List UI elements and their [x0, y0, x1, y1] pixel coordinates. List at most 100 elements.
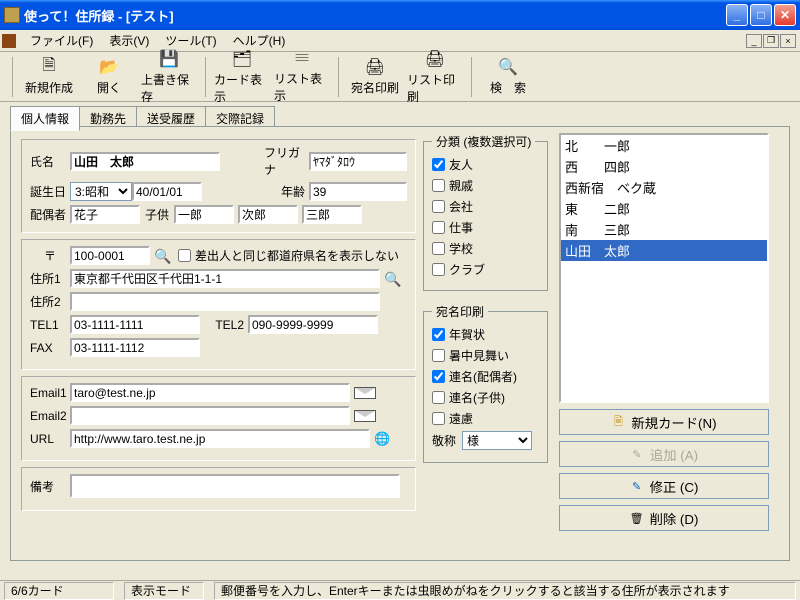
list-item[interactable]: 山田 太郎 [561, 240, 767, 261]
url-field[interactable] [70, 429, 370, 448]
doc-icon [2, 34, 16, 48]
furigana-field[interactable] [309, 152, 407, 171]
globe-icon[interactable]: 🌐 [374, 431, 390, 447]
cat-relative-checkbox[interactable] [432, 179, 445, 192]
cat-friend-checkbox[interactable] [432, 158, 445, 171]
print-nenga-checkbox[interactable] [432, 328, 445, 341]
tb-list-button[interactable]: 𝄘リスト表示 [274, 55, 330, 99]
spouse-field[interactable] [70, 205, 140, 224]
status-count: 6/6カード [4, 582, 114, 600]
tb-new-button[interactable]: 🗎新規作成 [21, 55, 77, 99]
menu-file[interactable]: ファイル(F) [22, 29, 101, 52]
mdi-restore-button[interactable]: ❐ [763, 34, 779, 48]
tb-open-button[interactable]: 📂開く [81, 55, 137, 99]
name-label: 氏名 [30, 153, 70, 170]
honorific-select[interactable]: 様 [462, 431, 532, 450]
age-label: 年齢 [264, 183, 309, 200]
tel2-field[interactable] [248, 315, 378, 334]
new-card-button[interactable]: 🗎新規カード(N) [559, 409, 769, 435]
zip-search-icon[interactable]: 🔍 [154, 248, 170, 264]
mdi-controls: _ ❐ × [746, 34, 796, 48]
print-nenga-label: 年賀状 [449, 326, 485, 343]
app-icon [4, 7, 20, 23]
name-field[interactable] [70, 152, 220, 171]
menu-view[interactable]: 表示(V) [101, 29, 157, 52]
address-group: 〒 🔍 差出人と同じ都道府県名を表示しない 住所1 🔍 住所2 TEL1 [21, 239, 416, 370]
tab-panel-personal: 氏名 フリガナ 誕生日 3:昭和 年齢 配偶者 子供 [10, 126, 790, 561]
cat-work-checkbox[interactable] [432, 221, 445, 234]
new-card-label: 新規カード(N) [631, 413, 716, 432]
edit-button[interactable]: ✎修正 (C) [559, 473, 769, 499]
email1-field[interactable] [70, 383, 350, 402]
tb-addrprint-button[interactable]: 🖨宛名印刷 [347, 55, 403, 99]
minimize-button[interactable]: _ [726, 4, 748, 26]
mdi-minimize-button[interactable]: _ [746, 34, 762, 48]
tb-search-label: 検 索 [490, 79, 526, 96]
child1-field[interactable] [174, 205, 234, 224]
hide-pref-checkbox[interactable] [178, 249, 191, 262]
contact-listbox[interactable]: 北 一郎西 四郎西新宿 ベク蔵東 二郎南 三郎山田 太郎 [559, 133, 769, 403]
add-button: ✎追加 (A) [559, 441, 769, 467]
close-button[interactable]: ✕ [774, 4, 796, 26]
list-item[interactable]: 西 四郎 [561, 156, 767, 177]
memo-field[interactable] [70, 474, 400, 498]
toolbar: 🗎新規作成 📂開く 💾上書き保存 🗂カード表示 𝄘リスト表示 🖨宛名印刷 🖨リス… [0, 52, 800, 102]
tb-listprint-button[interactable]: 🖨リスト印刷 [407, 55, 463, 99]
child2-field[interactable] [238, 205, 298, 224]
category-legend: 分類 (複数選択可) [432, 133, 535, 150]
email2-field[interactable] [70, 406, 350, 425]
tel1-label: TEL1 [30, 318, 70, 332]
cat-club-checkbox[interactable] [432, 263, 445, 276]
search-icon: 🔍 [498, 57, 518, 77]
listprint-icon: 🖨 [425, 49, 445, 69]
email1-label: Email1 [30, 386, 70, 400]
cat-friend-label: 友人 [449, 156, 473, 173]
print-child-label: 連名(子供) [449, 389, 505, 406]
cat-school-checkbox[interactable] [432, 242, 445, 255]
client-area: 個人情報 勤務先 送受履歴 交際記録 氏名 フリガナ 誕生日 3:昭和 [0, 102, 800, 571]
birthdate-field[interactable] [132, 182, 202, 201]
cat-work-label: 仕事 [449, 219, 473, 236]
tab-personal[interactable]: 個人情報 [10, 106, 80, 131]
mdi-close-button[interactable]: × [780, 34, 796, 48]
memo-group: 備考 [21, 467, 416, 511]
child3-field[interactable] [302, 205, 362, 224]
right-panel: 北 一郎西 四郎西新宿 ベク蔵東 二郎南 三郎山田 太郎 🗎新規カード(N) ✎… [559, 133, 769, 552]
print-spouse-checkbox[interactable] [432, 370, 445, 383]
zip-field[interactable] [70, 246, 150, 265]
list-item[interactable]: 西新宿 ベク蔵 [561, 177, 767, 198]
tel1-field[interactable] [70, 315, 200, 334]
era-select[interactable]: 3:昭和 [70, 182, 132, 201]
list-item[interactable]: 東 二郎 [561, 198, 767, 219]
tb-addrprint-label: 宛名印刷 [351, 79, 399, 96]
print-child-checkbox[interactable] [432, 391, 445, 404]
cat-company-checkbox[interactable] [432, 200, 445, 213]
addr1-field[interactable] [70, 269, 380, 288]
print-legend: 宛名印刷 [432, 303, 488, 320]
tb-save-button[interactable]: 💾上書き保存 [141, 55, 197, 99]
addr-search-icon[interactable]: 🔍 [384, 271, 400, 287]
print-summer-checkbox[interactable] [432, 349, 445, 362]
age-field[interactable] [309, 182, 407, 201]
open-icon: 📂 [99, 57, 119, 77]
list-item[interactable]: 南 三郎 [561, 219, 767, 240]
tb-card-button[interactable]: 🗂カード表示 [214, 55, 270, 99]
maximize-button[interactable]: □ [750, 4, 772, 26]
email1-send-icon[interactable] [354, 387, 376, 399]
list-item[interactable]: 北 一郎 [561, 135, 767, 156]
hide-pref-label: 差出人と同じ都道府県名を表示しない [195, 247, 399, 264]
save-icon: 💾 [159, 49, 179, 69]
honorific-label: 敬称 [432, 432, 462, 449]
email2-send-icon[interactable] [354, 410, 376, 422]
mid-column: 分類 (複数選択可) 友人 親戚 会社 仕事 学校 クラブ 宛名印刷 年賀状 暑… [423, 133, 548, 463]
edit-label: 修正 (C) [650, 477, 699, 496]
delete-button[interactable]: 🗑削除 (D) [559, 505, 769, 531]
fax-field[interactable] [70, 338, 200, 357]
contact-group: Email1 Email2 URL 🌐 [21, 376, 416, 461]
menubar: ファイル(F) 表示(V) ツール(T) ヘルプ(H) _ ❐ × [0, 30, 800, 52]
email2-label: Email2 [30, 409, 70, 423]
print-far-checkbox[interactable] [432, 412, 445, 425]
print-summer-label: 暑中見舞い [449, 347, 509, 364]
tb-search-button[interactable]: 🔍 検 索 [480, 55, 536, 99]
addr2-field[interactable] [70, 292, 380, 311]
